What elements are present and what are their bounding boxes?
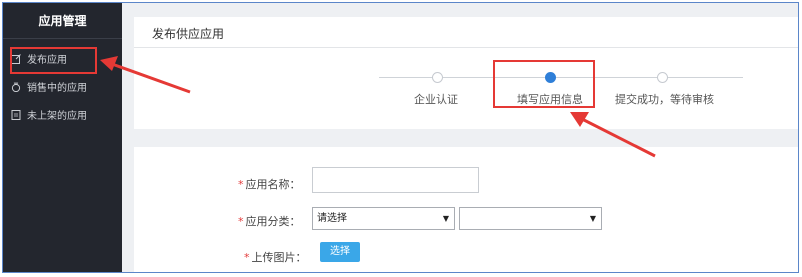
category-select-primary[interactable]: 请选择 ▼ (312, 207, 455, 230)
required-mark: * (238, 178, 244, 191)
required-mark: * (238, 215, 244, 228)
annotation-box-step (493, 60, 595, 108)
sidebar-item-unlisted-apps[interactable]: 未上架的应用 (11, 106, 119, 128)
steps-panel: 发布供应应用 企业认证 填写应用信息 提交成功，等待审核 (134, 17, 798, 129)
choose-image-button[interactable]: 选择 (320, 242, 360, 262)
page-title: 发布供应应用 (152, 27, 225, 41)
step-connector (379, 77, 439, 78)
required-mark: * (244, 251, 250, 264)
upload-image-label: * 上传图片： (244, 251, 307, 264)
step-connector (665, 77, 743, 78)
sidebar: 应用管理 发布应用 销售中的应用 未上架的应用 (3, 3, 122, 272)
app-name-label: * 应用名称： (238, 178, 301, 191)
sidebar-item-selling-apps[interactable]: 销售中的应用 (11, 78, 119, 100)
dropdown-arrow-icon: ▼ (442, 214, 449, 223)
app-category-label: * 应用分类： (238, 215, 301, 228)
step-label-enterprise-cert: 企业认证 (414, 93, 458, 106)
sidebar-item-label: 未上架的应用 (27, 111, 87, 122)
sidebar-item-label: 销售中的应用 (27, 83, 87, 94)
main-content: 发布供应应用 企业认证 填写应用信息 提交成功，等待审核 * 应用名称： * 应用分… (134, 17, 798, 272)
dropdown-arrow-icon: ▼ (589, 214, 596, 223)
app-name-input[interactable] (312, 167, 479, 193)
money-bag-icon (11, 82, 21, 92)
step-dot-submit-success (657, 72, 668, 83)
app-info-form: * 应用名称： * 应用分类： 请选择 ▼ ▼ * 上传图片： 选择 (134, 147, 798, 272)
step-dot-enterprise-cert (432, 72, 443, 83)
title-divider (134, 47, 798, 48)
app-window: 应用管理 发布应用 销售中的应用 未上架的应用 发布供应应用 企业认证 填写应用… (2, 2, 799, 273)
sidebar-title: 应用管理 (3, 3, 122, 39)
file-icon (11, 110, 21, 120)
category-select-secondary[interactable]: ▼ (459, 207, 602, 230)
annotation-box-sidebar (10, 47, 97, 74)
step-label-submit-success: 提交成功，等待审核 (615, 93, 714, 106)
